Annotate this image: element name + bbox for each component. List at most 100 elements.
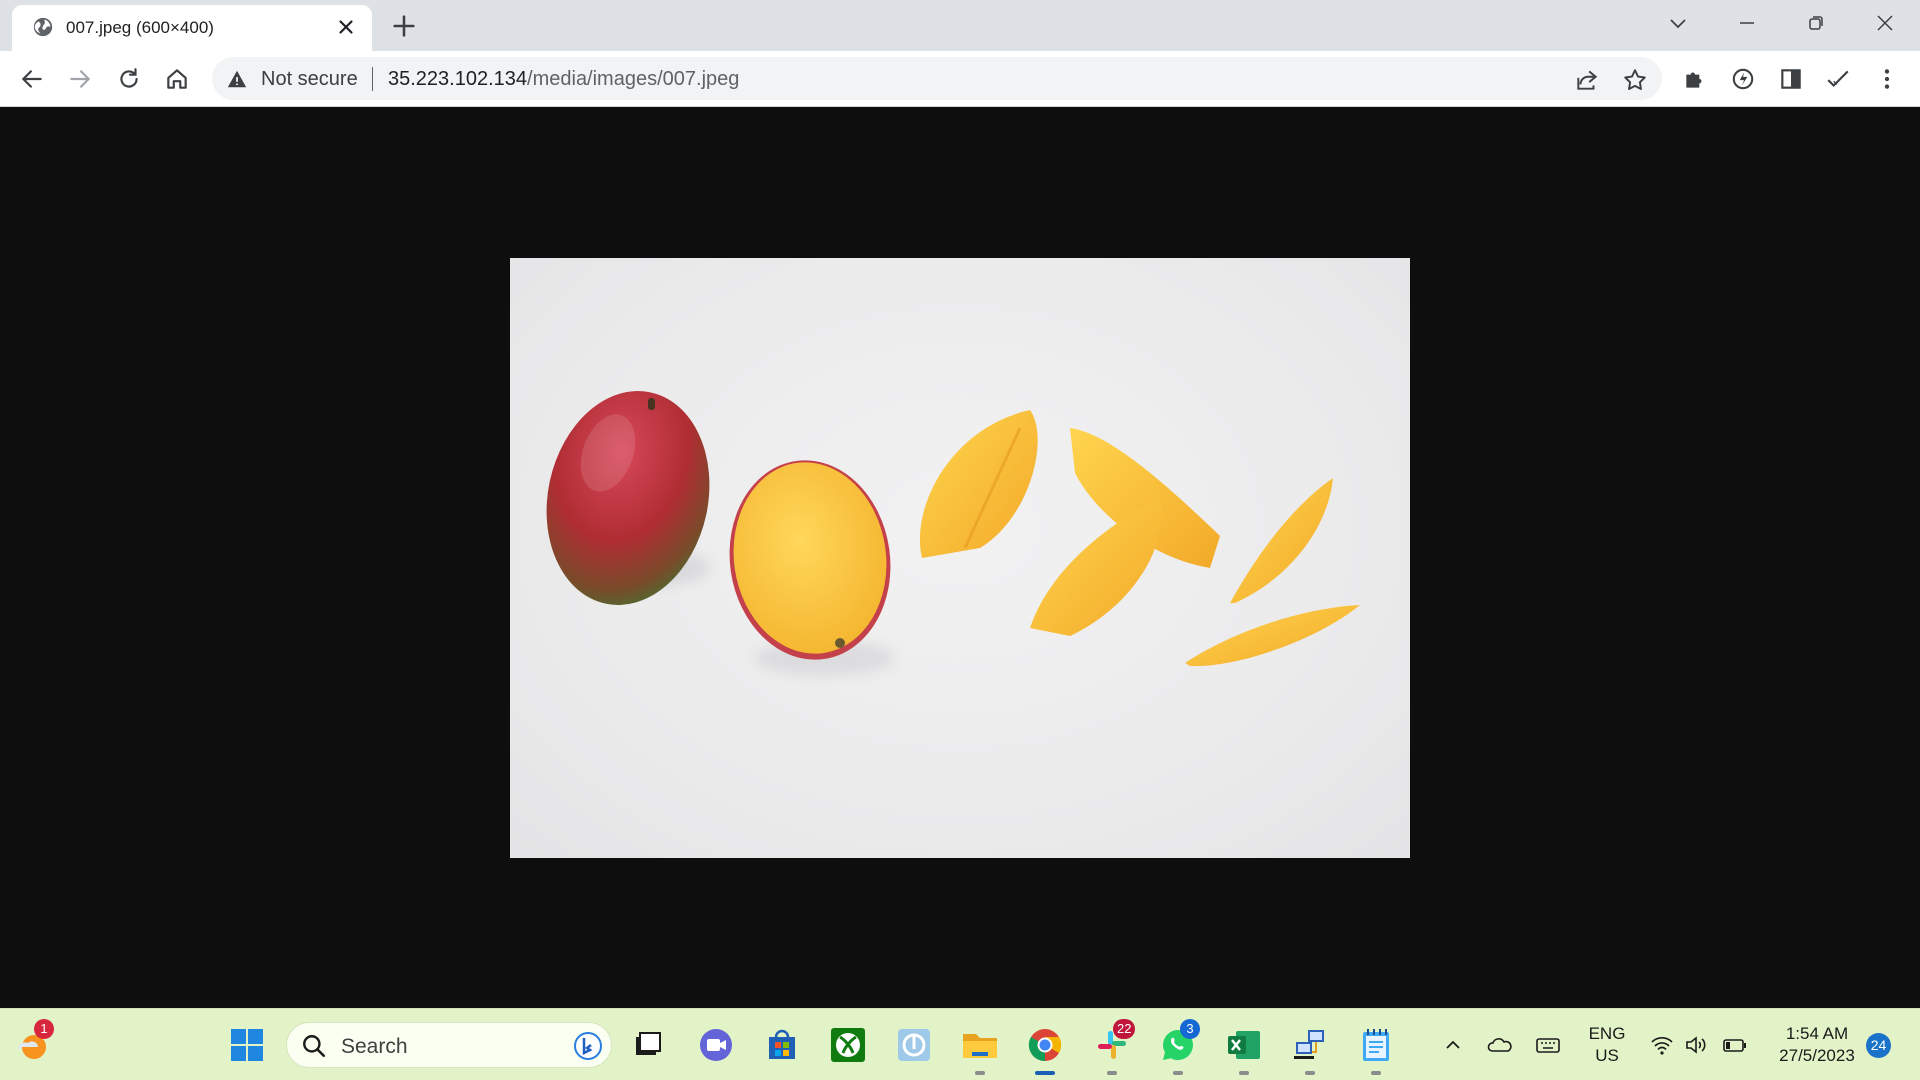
address-bar[interactable]: Not secure 35.223.102.134/media/images/0…	[212, 57, 1662, 100]
share-icon[interactable]	[1574, 67, 1600, 93]
url-path: /media/images/007.jpeg	[527, 68, 740, 90]
network-computers-icon	[1294, 1030, 1324, 1059]
whatsapp-button[interactable]: 3	[1158, 1019, 1200, 1075]
back-button[interactable]	[16, 63, 48, 95]
remote-desktop-button[interactable]	[1290, 1025, 1330, 1075]
performance-button[interactable]	[1727, 63, 1759, 95]
chevron-down-icon	[1670, 19, 1686, 29]
store-button[interactable]	[762, 1025, 802, 1065]
slack-badge: 22	[1113, 1019, 1136, 1039]
restore-button[interactable]	[1796, 8, 1836, 38]
notification-count-badge[interactable]: 24	[1866, 1033, 1891, 1058]
speed-icon	[1732, 68, 1754, 90]
checkmark-icon	[1827, 70, 1849, 88]
chrome-icon	[1028, 1029, 1062, 1062]
clock-date: 27/5/2023	[1779, 1046, 1855, 1065]
running-indicator	[1107, 1071, 1117, 1075]
xbox-icon	[831, 1028, 865, 1062]
home-icon	[167, 69, 187, 89]
whatsapp-badge: 3	[1180, 1019, 1200, 1039]
weather-badge: 1	[34, 1019, 54, 1039]
wifi-icon[interactable]	[1649, 1034, 1675, 1056]
arrow-left-icon	[21, 70, 42, 88]
tab-title: 007.jpeg (600×400)	[66, 18, 214, 37]
weather-widget[interactable]: 1	[12, 1019, 54, 1065]
bing-icon[interactable]	[573, 1031, 603, 1061]
running-indicator	[975, 1071, 985, 1075]
teams-chat-button[interactable]	[696, 1025, 736, 1065]
arrow-right-icon	[70, 70, 91, 88]
clock-time: 1:54 AM	[1785, 1024, 1849, 1043]
mango-slices	[919, 410, 1360, 667]
battery-icon[interactable]	[1722, 1034, 1748, 1056]
running-indicator	[1173, 1071, 1183, 1075]
search-icon	[303, 1035, 326, 1058]
running-indicator	[1371, 1071, 1381, 1075]
file-explorer-button[interactable]	[960, 1025, 1000, 1075]
excel-button[interactable]	[1224, 1025, 1264, 1075]
chat-video-icon	[700, 1029, 732, 1061]
active-indicator	[1035, 1071, 1055, 1075]
side-panel-button[interactable]	[1775, 63, 1807, 95]
home-button[interactable]	[161, 63, 193, 95]
close-window-button[interactable]	[1865, 8, 1905, 38]
clock[interactable]: 1:54 AM 27/5/2023	[1762, 1023, 1872, 1067]
language-indicator[interactable]: ENG US	[1584, 1023, 1630, 1067]
bookmark-star-icon[interactable]	[1622, 67, 1648, 93]
volume-icon[interactable]	[1684, 1034, 1710, 1056]
extension-checkmark-button[interactable]	[1822, 63, 1854, 95]
folder-icon	[963, 1034, 997, 1058]
minimize-button[interactable]	[1727, 8, 1767, 38]
tab-search-button[interactable]	[1658, 8, 1698, 38]
warning-icon[interactable]	[226, 68, 248, 90]
chevron-up-icon[interactable]	[1440, 1034, 1466, 1056]
puzzle-icon	[1686, 72, 1702, 88]
task-view-icon	[636, 1032, 661, 1055]
whole-mango	[546, 391, 710, 605]
minimize-icon	[1740, 22, 1754, 24]
keyboard-icon[interactable]	[1535, 1034, 1561, 1056]
globe-icon	[33, 17, 53, 37]
divider	[372, 67, 373, 91]
xbox-button[interactable]	[828, 1025, 868, 1065]
forward-button[interactable]	[64, 63, 96, 95]
close-tab-icon[interactable]	[335, 16, 357, 38]
app-button[interactable]	[894, 1025, 934, 1065]
security-label[interactable]: Not secure	[261, 68, 358, 91]
browser-toolbar: Not secure 35.223.102.134/media/images/0…	[0, 51, 1920, 107]
taskview-button[interactable]	[628, 1025, 668, 1065]
taskbar: 1 Search 22 3 ENG US 1:54 AM 27/5/2023 2…	[0, 1008, 1920, 1080]
notepad-icon	[1363, 1029, 1389, 1061]
running-indicator	[1239, 1071, 1249, 1075]
lang-secondary: US	[1595, 1046, 1619, 1065]
chrome-button[interactable]	[1025, 1025, 1065, 1075]
menu-button[interactable]	[1871, 63, 1903, 95]
new-tab-icon[interactable]	[390, 12, 418, 40]
taskbar-search[interactable]: Search	[286, 1022, 612, 1068]
side-panel-icon	[1781, 69, 1801, 89]
close-icon	[1877, 15, 1893, 31]
windows-icon	[231, 1029, 263, 1061]
half-mango	[729, 460, 891, 660]
url-text[interactable]: 35.223.102.134/media/images/007.jpeg	[388, 68, 739, 91]
running-indicator	[1305, 1071, 1315, 1075]
excel-icon	[1228, 1031, 1260, 1059]
mango-illustration	[546, 391, 1360, 676]
notepad-button[interactable]	[1356, 1025, 1396, 1075]
extensions-button[interactable]	[1679, 63, 1711, 95]
start-button[interactable]	[227, 1025, 267, 1065]
more-vert-icon	[1884, 69, 1890, 89]
reload-button[interactable]	[113, 63, 145, 95]
browser-tab[interactable]: 007.jpeg (600×400)	[12, 5, 372, 51]
onedrive-cloud-icon[interactable]	[1487, 1034, 1513, 1056]
search-label: Search	[341, 1035, 408, 1058]
page-viewport	[0, 107, 1920, 1008]
tab-strip: 007.jpeg (600×400)	[0, 0, 1920, 51]
url-host: 35.223.102.134	[388, 68, 528, 90]
restore-icon	[1809, 16, 1823, 30]
store-icon	[769, 1029, 795, 1059]
app-icon	[898, 1029, 930, 1061]
mango-photo[interactable]	[510, 258, 1410, 858]
lang-primary: ENG	[1588, 1024, 1626, 1043]
slack-button[interactable]: 22	[1092, 1019, 1136, 1075]
